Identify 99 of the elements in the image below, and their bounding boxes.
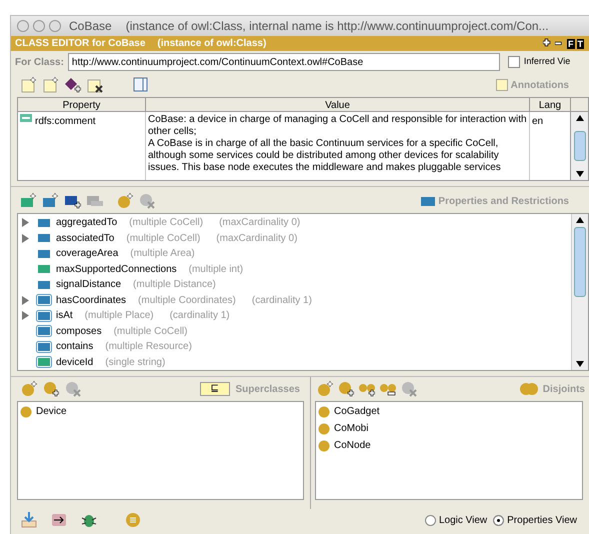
add-property-icon[interactable] [65, 193, 81, 209]
delete-annotation-icon[interactable] [87, 77, 103, 93]
inferred-view-label: Inferred Vie [524, 55, 570, 68]
property-type: (multiple Resource) [105, 340, 192, 354]
radio-button[interactable] [424, 514, 436, 526]
properties-label: Properties and Restrictions [438, 194, 569, 208]
add-resource-icon[interactable] [65, 77, 81, 93]
scrollbar[interactable] [571, 214, 588, 370]
property-name[interactable]: aggregatedTo [56, 215, 118, 230]
disjoints-label: Disjoints [542, 382, 586, 396]
note-icon [496, 79, 508, 91]
object-property-icon [36, 325, 52, 338]
property-type: (multiple Coordinates) [138, 294, 236, 308]
property-type: (multiple Area) [130, 247, 195, 262]
scroll-up-icon[interactable] [576, 217, 584, 223]
view-label[interactable]: Properties View [507, 512, 577, 528]
property-name[interactable]: contains [56, 339, 94, 354]
property-name[interactable]: hasCoordinates [56, 292, 126, 308]
window-title: CoBase [69, 18, 112, 35]
column-header[interactable]: Value [146, 98, 530, 111]
superclasses-label: Superclasses [236, 382, 300, 396]
header-button[interactable]: T [576, 38, 584, 48]
property-type: (multiple Place) [84, 309, 154, 324]
property-name[interactable]: deviceId [56, 354, 94, 370]
property-restriction: (cardinality 1) [252, 294, 312, 308]
scroll-thumb[interactable] [574, 131, 586, 161]
add-class-icon[interactable] [338, 381, 354, 397]
property-type: (multiple CoCell) [126, 232, 200, 246]
property-type: (multiple Distance) [133, 278, 216, 292]
object-property-icon [36, 216, 52, 229]
annotation-property-icon [20, 114, 32, 122]
object-property-icon [36, 278, 52, 291]
create-class-icon[interactable] [21, 381, 37, 397]
annotations-label: Annotations [510, 78, 569, 92]
download-icon[interactable] [21, 512, 37, 528]
datatype-property-icon [36, 356, 52, 368]
expand-arrow-icon[interactable] [22, 296, 28, 305]
create-annotation-icon[interactable] [21, 77, 37, 93]
editor-subtitle: (instance of owl:Class) [157, 37, 266, 51]
create-restriction-icon[interactable] [117, 193, 133, 209]
expand-arrow-icon[interactable] [22, 218, 28, 228]
object-property-icon [36, 340, 52, 353]
property-type: (single string) [105, 356, 166, 370]
inferred-view-checkbox[interactable] [508, 56, 520, 68]
property-name[interactable]: signalDistance [56, 277, 122, 292]
for-class-label: For Class: [15, 56, 64, 70]
expand-arrow-icon[interactable] [22, 234, 28, 243]
scroll-thumb[interactable] [574, 227, 586, 297]
object-property-icon [36, 232, 52, 244]
add-disjoint-icon[interactable] [359, 381, 375, 397]
scroll-up-icon[interactable] [576, 115, 584, 121]
subclass-badge: ⊑ [200, 382, 230, 396]
create-property-icon[interactable] [21, 193, 37, 209]
class-name[interactable]: Device [36, 404, 67, 419]
class-name[interactable]: CoGadget [334, 404, 380, 419]
remove-disjoint-icon[interactable] [380, 381, 396, 397]
panel-icon[interactable] [133, 77, 149, 93]
view-label[interactable]: Logic View [438, 512, 488, 528]
editor-title: CLASS EDITOR for CoBase [15, 37, 146, 51]
add-class-icon[interactable] [43, 381, 59, 397]
class-uri-field[interactable]: http://www.continuumproject.com/ContinuumContext.owl#CoBase [68, 53, 500, 71]
property-name[interactable]: isAt [56, 308, 73, 324]
datatype-property-icon [36, 263, 52, 276]
create-property-icon[interactable] [43, 193, 59, 209]
object-property-icon [36, 248, 52, 260]
property-type: (multiple CoCell) [129, 216, 204, 230]
table-cell: CoBase: a device in charge of managing a CoCell and responsible for interaction with other cells; A CoBase is in charge of all the basic Continuum services for a specific CoCell, although some services could be distributed among other devices for scalability issues. This base node executes the middleware and makes pluggable services [146, 112, 530, 180]
class-name[interactable]: CoMobi [334, 421, 368, 436]
class-icon [318, 406, 330, 418]
window-subtitle: (instance of owl:Class, internal name is http://www.continuumproject.com/Con... [126, 18, 549, 35]
object-property-icon [36, 294, 52, 306]
class-icon [318, 440, 330, 452]
object-property-icon [36, 310, 52, 322]
property-name[interactable]: maxSupportedConnections [56, 262, 177, 277]
radio-button[interactable] [493, 514, 504, 526]
property-name[interactable]: associatedTo [56, 230, 114, 246]
column-header[interactable]: Property [18, 98, 146, 111]
property-icon [421, 196, 436, 206]
disjoint-icon [520, 383, 538, 395]
bug-icon[interactable] [81, 512, 97, 528]
property-restriction: (cardinality 1) [170, 309, 230, 324]
create-class-icon[interactable] [317, 381, 333, 397]
column-header[interactable]: Lang [530, 98, 571, 111]
scrollbar[interactable] [571, 112, 588, 180]
property-type: (multiple int) [188, 262, 244, 277]
expand-arrow-icon[interactable] [22, 311, 28, 320]
property-restriction: (maxCardinality 0) [216, 232, 298, 246]
scroll-down-icon[interactable] [576, 361, 584, 367]
header-button[interactable]: F [567, 38, 574, 48]
table-cell-text: rdfs:comment [35, 115, 96, 129]
create-annotation-icon[interactable] [43, 77, 59, 93]
property-restriction: (maxCardinality 0) [219, 216, 300, 230]
property-name[interactable]: composes [56, 324, 102, 339]
class-icon [318, 422, 330, 434]
property-type: (multiple CoCell) [114, 324, 188, 339]
property-name[interactable]: coverageArea [56, 246, 118, 262]
scroll-down-icon[interactable] [576, 171, 584, 177]
class-name[interactable]: CoNode [334, 438, 371, 453]
class-icon [20, 406, 32, 418]
